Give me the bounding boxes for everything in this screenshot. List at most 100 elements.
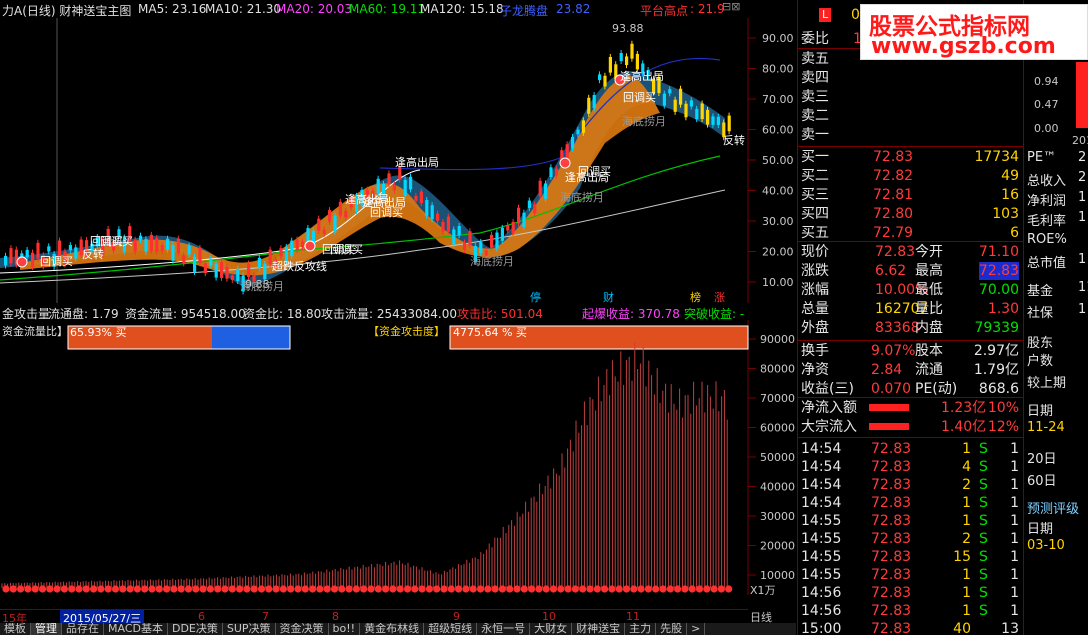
tab-fund[interactable]: 资金决策 <box>276 623 329 635</box>
tick-row[interactable]: 15:00 72.83 40 13 <box>801 620 1021 635</box>
candle-body <box>230 275 234 280</box>
candle-body <box>409 176 413 190</box>
signal-ball <box>382 585 390 593</box>
buy-signal-ball <box>304 240 316 252</box>
ask-row[interactable]: 卖二 <box>801 107 1021 125</box>
signal-label: 回调买 <box>40 255 73 268</box>
f10-value: 11 <box>1078 280 1088 295</box>
tab-dde[interactable]: DDE决策 <box>168 623 223 635</box>
month-tick: 6 <box>198 610 205 623</box>
tick-row[interactable]: 14:55 72.83 15 S 1 <box>801 548 1021 566</box>
signal-ball <box>666 585 674 593</box>
candle-body <box>716 116 720 125</box>
bid-row[interactable]: 买五 72.79 6 <box>801 224 1021 242</box>
tick-row[interactable]: 14:56 72.83 1 S 1 <box>801 602 1021 620</box>
tab-gold-boll[interactable]: 黄金布林线 <box>360 623 425 635</box>
candle-body <box>290 240 294 257</box>
signal-ball <box>163 585 171 593</box>
bid-row[interactable]: 买一 72.83 17734 <box>801 148 1021 166</box>
candle-body <box>511 221 515 233</box>
tick-row[interactable]: 14:54 72.83 1 S 1 <box>801 494 1021 512</box>
quote-value: 79339 <box>974 320 1019 336</box>
tick-row[interactable]: 14:55 72.83 2 S 1 <box>801 530 1021 548</box>
signal-ball <box>148 585 156 593</box>
f10-item: 总市值 <box>1027 256 1067 271</box>
price-tick: 50.00 <box>762 154 794 167</box>
candle-body <box>495 232 499 249</box>
f10-item: 股东 <box>1027 336 1054 351</box>
ask-row[interactable]: 卖一 <box>801 126 1021 144</box>
tick-count: 1 <box>1010 441 1019 457</box>
tick-side: S <box>979 513 988 529</box>
tab-template[interactable]: 模板 <box>0 623 31 635</box>
candle-body <box>684 103 688 118</box>
tick-row[interactable]: 14:55 72.83 1 S 1 <box>801 566 1021 584</box>
ask-row[interactable]: 卖三 <box>801 88 1021 106</box>
signal-ball <box>177 585 185 593</box>
lift-label: 子龙腾盘 <box>500 4 549 18</box>
tab-sup[interactable]: SUP决策 <box>223 623 276 635</box>
candle-body <box>446 216 450 232</box>
tick-row[interactable]: 14:56 72.83 1 S 1 <box>801 584 1021 602</box>
tab[interactable]: 品存在 <box>62 623 104 635</box>
tab-caishen[interactable]: 财神送宝 <box>572 623 626 635</box>
fund-value: 9.07% <box>871 343 916 359</box>
volume-chart[interactable]: 90000 80000 70000 60000 50000 40000 30000 20000… <box>0 320 796 595</box>
tab-manage[interactable]: 管理 <box>31 623 62 635</box>
candle-body <box>457 225 461 236</box>
signal-ball <box>447 585 455 593</box>
flow-sell-bar <box>212 326 290 349</box>
tick-row[interactable]: 14:54 72.83 4 S 1 <box>801 458 1021 476</box>
tick-row[interactable]: 14:55 72.83 1 S 1 <box>801 512 1021 530</box>
quote-row: 现价 72.83 今开 71.10 <box>801 243 1021 261</box>
signal-ball <box>141 585 149 593</box>
f10-item[interactable]: 预测评级 <box>1027 498 1079 517</box>
signal-label: 回调买 <box>578 165 611 178</box>
tab-eternal[interactable]: 永恒一号 <box>477 623 531 635</box>
f10-item: ROE% <box>1027 232 1067 247</box>
event-marker: 停 <box>530 290 541 303</box>
signal-ball <box>82 585 90 593</box>
indicator-header: 力A(日线) 财神送宝主图 MA5: 23.16 MA10: 21.30 MA2… <box>0 0 748 18</box>
event-marker: 涨 <box>714 291 725 303</box>
fund-label: 股本 <box>915 343 943 359</box>
panel-close-icon[interactable]: ⊟⊠ <box>722 0 740 13</box>
price-chart[interactable]: 90.00 80.00 70.00 60.00 50.00 40.00 30.00 20.00… <box>0 18 796 303</box>
ma20-value: MA20: 20.03 <box>276 2 353 16</box>
signal-label: 海底捞月 <box>470 254 514 268</box>
bid-row[interactable]: 买四 72.80 103 <box>801 205 1021 223</box>
candle-body <box>425 200 429 216</box>
tick-row[interactable]: 14:54 72.83 2 S 1 <box>801 476 1021 494</box>
ask-row[interactable]: 卖四 <box>801 69 1021 87</box>
signal-ball <box>484 585 492 593</box>
candle-body <box>236 268 240 282</box>
tick-time: 14:56 <box>801 585 842 601</box>
signal-ball <box>236 585 244 593</box>
candle-body <box>608 56 612 73</box>
tab-boll[interactable]: bo!! <box>329 623 361 635</box>
tab[interactable]: 先股 <box>656 623 688 635</box>
attack-ratio: 攻击比: 501.04 <box>457 307 543 320</box>
candle-body <box>171 245 175 261</box>
signal-ball <box>199 585 207 593</box>
signal-ball <box>681 585 689 593</box>
tab-short[interactable]: 超级短线 <box>424 623 478 635</box>
tab-macd[interactable]: MACD基本 <box>104 623 168 635</box>
tabs-more-icon[interactable]: > <box>687 623 706 635</box>
bid-row[interactable]: 买二 72.82 49 <box>801 167 1021 185</box>
time-axis[interactable]: 15年 2015/05/27/三 6 7 8 9 10 11 <box>0 609 748 626</box>
tick-volume: 1 <box>962 495 971 511</box>
signal-ball <box>287 585 295 593</box>
volume-tick: 60000 <box>760 422 795 435</box>
attack-degree-label: 【资金攻击度】 <box>368 324 445 338</box>
period-label[interactable]: 日线 <box>750 609 796 624</box>
candle-body <box>133 239 137 252</box>
tick-row[interactable]: 14:54 72.83 1 S 1 <box>801 440 1021 458</box>
tab[interactable]: 大财女 <box>530 623 573 635</box>
tab-main-force[interactable]: 主力 <box>625 623 657 635</box>
bid-volume: 16 <box>1001 187 1019 203</box>
tick-side: S <box>979 567 988 583</box>
quote-label: 外盘 <box>801 320 829 336</box>
signal-ball <box>2 585 10 593</box>
bid-row[interactable]: 买三 72.81 16 <box>801 186 1021 204</box>
